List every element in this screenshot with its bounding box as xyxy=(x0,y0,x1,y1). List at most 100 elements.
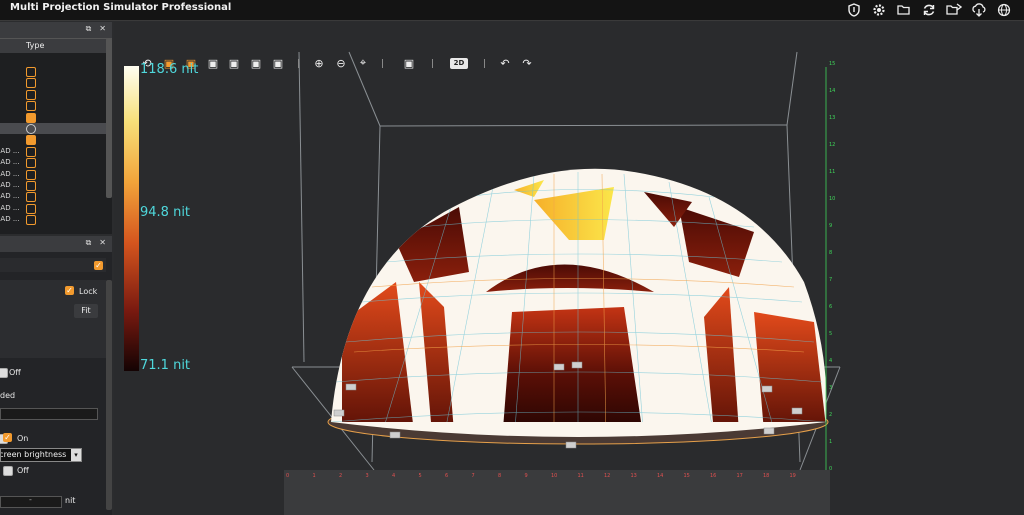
projector-1[interactable] xyxy=(345,383,357,391)
undock-icon[interactable]: ⧉ xyxy=(86,238,92,248)
brightness-legend-bar xyxy=(124,66,139,371)
toolbar-separator xyxy=(382,59,383,68)
viewport-3d[interactable]: 0 1 2 3 4 5 6 7 8 9 10 11 12 13 14 15 16 17 18 19 012345678… xyxy=(114,22,1024,515)
projector-2[interactable] xyxy=(333,409,345,417)
x-tick-label: 11 xyxy=(578,473,584,479)
projector-7[interactable] xyxy=(761,385,773,393)
cube-view-top-icon[interactable]: ▣ xyxy=(249,56,263,70)
cube-view-bottom-icon[interactable]: ▣ xyxy=(271,56,285,70)
folder-load-icon[interactable] xyxy=(946,2,962,18)
projector-5[interactable] xyxy=(571,361,583,369)
projector-3[interactable] xyxy=(389,431,401,439)
projector-4[interactable] xyxy=(553,363,565,371)
camera-icon[interactable]: ▣ xyxy=(402,56,416,70)
nit-unit-label: nit xyxy=(65,496,76,505)
scene-tree-item[interactable] xyxy=(0,112,106,123)
undock-icon[interactable]: ⧉ xyxy=(86,24,92,34)
cube-view-left-icon[interactable]: ▣ xyxy=(206,56,220,70)
globe-icon[interactable] xyxy=(996,2,1012,18)
scene-tree-item[interactable] xyxy=(0,134,106,146)
x-tick-label: 2 xyxy=(339,473,342,479)
off-label-2: Off xyxy=(17,466,29,475)
scene-tree-item-label: EAD ... xyxy=(0,158,20,167)
mode-select[interactable]: screen brightness ▾ xyxy=(0,448,82,462)
scene-panel: ⧉ ✕ Type EAD ... EAD ... EAD ... EAD ... EAD… xyxy=(0,22,112,234)
cloud-download-icon[interactable] xyxy=(971,2,987,18)
toolbar-separator xyxy=(432,59,433,68)
text-field[interactable] xyxy=(0,408,98,420)
properties-scrollbar[interactable] xyxy=(106,280,112,510)
y-tick-label: 2 xyxy=(829,412,832,418)
fit-button[interactable]: Fit xyxy=(74,304,98,318)
undo-icon[interactable]: ↶ xyxy=(498,56,512,70)
refresh-icon[interactable] xyxy=(921,2,937,18)
y-tick-label: 0 xyxy=(829,466,832,472)
toolbar-separator xyxy=(298,59,299,68)
app-title: Multi Projection Simulator Professional xyxy=(10,2,232,13)
scene-tree-item[interactable] xyxy=(0,123,106,134)
y-tick-label: 9 xyxy=(829,223,832,229)
minus-icon xyxy=(26,124,36,134)
shield-icon[interactable] xyxy=(846,2,862,18)
projector-9[interactable] xyxy=(763,427,775,435)
box-icon xyxy=(26,78,36,89)
x-tick-label: 1 xyxy=(313,473,316,479)
scene-tree-item[interactable]: EAD ... xyxy=(0,203,106,214)
projector-6[interactable] xyxy=(565,441,577,449)
gear-icon[interactable] xyxy=(871,2,887,18)
x-tick-label: 17 xyxy=(737,473,743,479)
scene-tree-item[interactable]: EAD ... xyxy=(0,146,106,157)
value-field[interactable]: - xyxy=(0,495,62,508)
y-tick-label: 8 xyxy=(829,250,832,256)
mode-2d-button[interactable]: 2D xyxy=(450,58,468,69)
projector-icon xyxy=(26,215,36,226)
titlebar-toolbar xyxy=(846,0,1012,20)
legend-max-label: 118.6 nit xyxy=(140,62,199,77)
folder-open-icon[interactable] xyxy=(896,2,912,18)
lock-checkbox[interactable]: ✓ xyxy=(65,286,74,295)
box-icon xyxy=(26,67,36,77)
scene-tree-item[interactable]: EAD ... xyxy=(0,191,106,203)
y-tick-label: 10 xyxy=(829,196,835,202)
close-icon[interactable]: ✕ xyxy=(99,24,106,34)
off-checkbox-1[interactable] xyxy=(0,368,8,378)
x-tick-label: 14 xyxy=(657,473,663,479)
x-tick-label: 9 xyxy=(525,473,528,479)
scene-tree-item[interactable] xyxy=(0,89,106,100)
zoom-out-icon[interactable]: ⊖ xyxy=(334,56,348,70)
y-tick-label: 13 xyxy=(829,115,835,121)
off-checkbox-2[interactable] xyxy=(3,466,13,476)
y-tick-label: 7 xyxy=(829,277,832,283)
enable-checkbox[interactable]: ✓ xyxy=(94,261,103,270)
chevron-down-icon: ▾ xyxy=(71,449,81,461)
projector-8[interactable] xyxy=(791,407,803,415)
y-tick-label: 11 xyxy=(829,169,835,175)
zoom-in-icon[interactable]: ⊕ xyxy=(312,56,326,70)
scene-tree-item[interactable] xyxy=(0,66,106,77)
close-icon[interactable]: ✕ xyxy=(99,238,106,248)
y-tick-label: 3 xyxy=(829,385,832,391)
scene-tree-header: Type xyxy=(0,38,112,53)
crosshair-icon[interactable]: ⌖ xyxy=(356,56,370,70)
scene-tree-item[interactable]: EAD ... xyxy=(0,214,106,226)
scene-tree-item[interactable]: EAD ... xyxy=(0,180,106,191)
projector-icon xyxy=(26,203,36,214)
mode-select-value: screen brightness xyxy=(0,450,67,459)
scene-scrollbar[interactable] xyxy=(106,38,112,198)
cube-view-right-icon[interactable]: ▣ xyxy=(227,56,241,70)
scene-tree-item[interactable]: EAD ... xyxy=(0,169,106,180)
y-tick-label: 5 xyxy=(829,331,832,337)
x-tick-label: 8 xyxy=(498,473,501,479)
scene-tree-item-label: EAD ... xyxy=(0,192,20,201)
title-bar: Multi Projection Simulator Professional xyxy=(0,0,1024,21)
scene-tree-item-label: EAD ... xyxy=(0,169,20,178)
scene-panel-header: ⧉ ✕ xyxy=(0,22,112,38)
redo-icon[interactable]: ↷ xyxy=(520,56,534,70)
scene-tree-item[interactable]: EAD ... xyxy=(0,157,106,169)
x-tick-label: 18 xyxy=(763,473,769,479)
scene-tree-item[interactable] xyxy=(0,100,106,112)
scene-tree-item[interactable] xyxy=(0,77,106,89)
x-tick-label: 10 xyxy=(551,473,557,479)
on-checkbox[interactable]: ✓ xyxy=(3,433,12,442)
x-tick-label: 5 xyxy=(419,473,422,479)
